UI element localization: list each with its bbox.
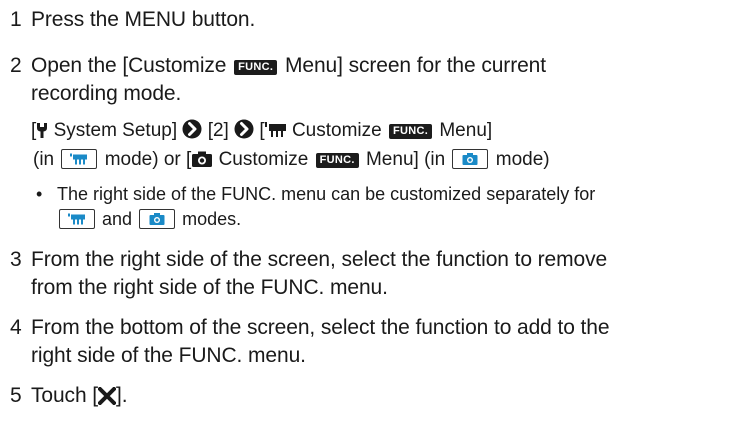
- step-number: 5: [10, 384, 22, 407]
- step-text: ].: [116, 384, 128, 407]
- step-text: Menu] screen for the current: [284, 54, 546, 77]
- note-bullet: • The right side of the FUNC. menu can b…: [36, 182, 747, 232]
- manual-page: 1 Press the MENU button. 2 Open the [Custo…: [0, 0, 753, 421]
- step-number: 2: [10, 54, 22, 77]
- step-text: Open the [Customize: [31, 54, 227, 77]
- close-x-icon: [97, 385, 117, 413]
- photo-mode-button: [452, 149, 489, 169]
- customize-label: Customize: [218, 149, 309, 170]
- menu-label: Menu]: [439, 120, 493, 141]
- step-2: 2 Open the [Customize FUNC. Menu] screen …: [10, 52, 747, 108]
- func-badge: FUNC.: [315, 153, 359, 168]
- wrench-icon: [36, 121, 48, 147]
- movie-camera-icon: [264, 121, 287, 147]
- movie-mode-button: [59, 209, 95, 229]
- mode-text: mode) or [: [104, 149, 192, 170]
- step-text: From the right side of the screen, selec…: [31, 248, 608, 271]
- step-number: 4: [10, 316, 22, 339]
- step-number: 1: [10, 8, 22, 31]
- system-setup-label: System Setup]: [53, 120, 178, 141]
- step-number: 3: [10, 248, 22, 271]
- step-text-line2: recording mode.: [31, 82, 182, 105]
- menu-path-line2: (in mode) or [ Customize FUNC. Menu] (in…: [33, 147, 747, 176]
- and-text: and: [102, 209, 133, 229]
- paren-text: (in: [33, 149, 55, 170]
- page-number: [2]: [207, 120, 229, 141]
- step-3: 3 From the right side of the screen, sele…: [10, 246, 747, 302]
- step-text-line2: from the right side of the FUNC. menu.: [31, 276, 388, 299]
- right-arrow-icon: [182, 119, 202, 147]
- func-badge: FUNC.: [234, 60, 278, 75]
- movie-mode-button: [61, 149, 98, 169]
- step-4: 4 From the bottom of the screen, select t…: [10, 314, 747, 370]
- step-text: From the bottom of the screen, select th…: [31, 316, 610, 339]
- bullet-dot: •: [36, 184, 43, 204]
- func-badge: FUNC.: [388, 124, 433, 139]
- step-text: Touch [: [31, 384, 99, 407]
- right-arrow-icon: [234, 119, 254, 147]
- menu-label: Menu] (in: [365, 149, 446, 170]
- step-text: Press the MENU button.: [31, 8, 256, 31]
- menu-path-line1: [ System Setup] [2] [ Customize FUNC. Me…: [31, 118, 747, 147]
- bullet-text-line2: and modes.: [36, 207, 747, 232]
- customize-label: Customize: [291, 120, 382, 141]
- modes-text: modes.: [182, 209, 242, 229]
- still-camera-icon: [191, 150, 213, 176]
- step-1: 1 Press the MENU button.: [10, 6, 747, 34]
- bullet-text-line1: The right side of the FUNC. menu can be …: [57, 184, 596, 204]
- mode-text: mode): [495, 149, 550, 170]
- step-5: 5 Touch [].: [10, 382, 747, 413]
- step-text-line2: right side of the FUNC. menu.: [31, 344, 306, 367]
- photo-mode-button: [139, 209, 176, 229]
